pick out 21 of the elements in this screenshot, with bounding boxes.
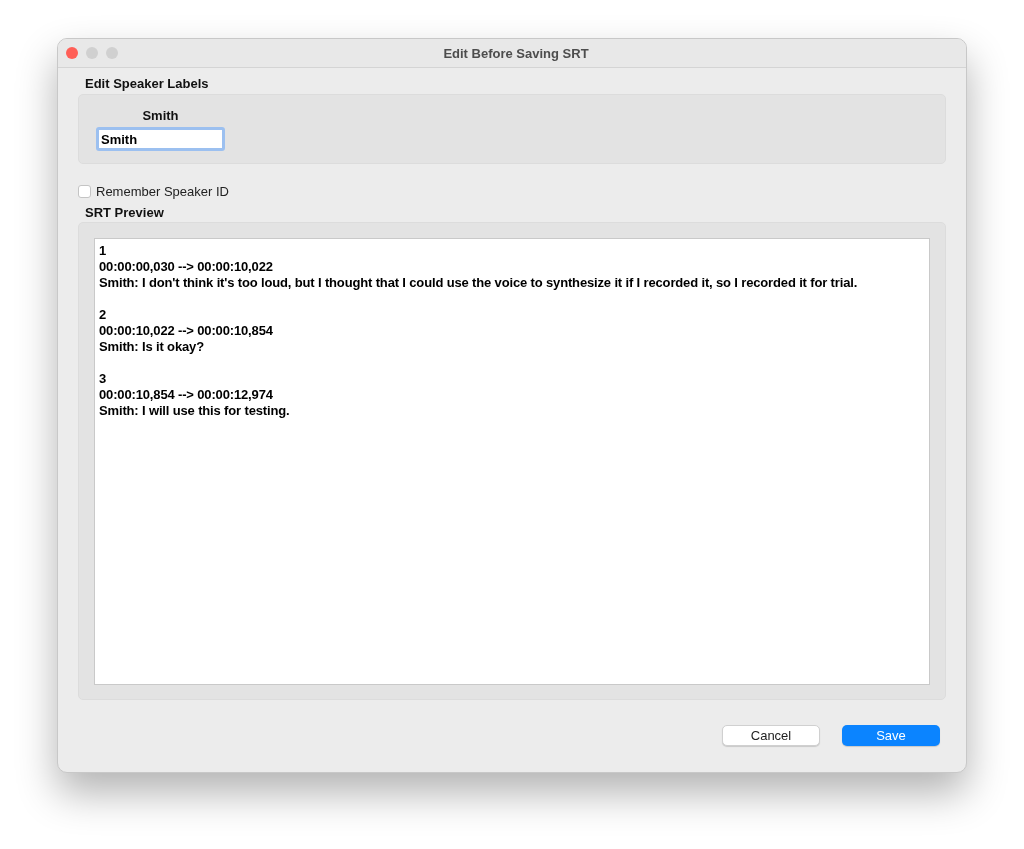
subtitle-text: Smith: I don't think it's too loud, but I thought that I could use the voice to synthesize it if I recorded it, so I recorded it for trial. bbox=[99, 275, 859, 291]
subtitle-timing: 00:00:10,854 --> 00:00:12,974 bbox=[99, 387, 274, 403]
minimize-icon[interactable] bbox=[86, 47, 98, 59]
section-heading: SRT Preview bbox=[85, 205, 165, 220]
speaker-name-field[interactable]: Smith bbox=[96, 127, 225, 151]
subtitle-index: 2 bbox=[99, 307, 108, 323]
close-icon[interactable] bbox=[66, 47, 78, 59]
speaker-label: Smith bbox=[142, 108, 179, 123]
cancel-button[interactable]: Cancel bbox=[722, 725, 820, 746]
subtitle-index: 1 bbox=[99, 243, 108, 259]
subtitle-text: Smith: I will use this for testing. bbox=[99, 403, 291, 419]
checkbox[interactable] bbox=[78, 185, 91, 198]
section-heading: Edit Speaker Labels bbox=[85, 76, 210, 91]
zoom-icon[interactable] bbox=[106, 47, 118, 59]
checkbox-label: Remember Speaker ID bbox=[96, 184, 229, 199]
window-title: Edit Before Saving SRT bbox=[443, 45, 589, 61]
subtitle-text: Smith: Is it okay? bbox=[99, 339, 205, 355]
subtitle-timing: 00:00:00,030 --> 00:00:10,022 bbox=[99, 259, 274, 275]
save-button[interactable]: Save bbox=[842, 725, 940, 746]
subtitle-timing: 00:00:10,022 --> 00:00:10,854 bbox=[99, 323, 274, 339]
subtitle-index: 3 bbox=[99, 371, 108, 387]
